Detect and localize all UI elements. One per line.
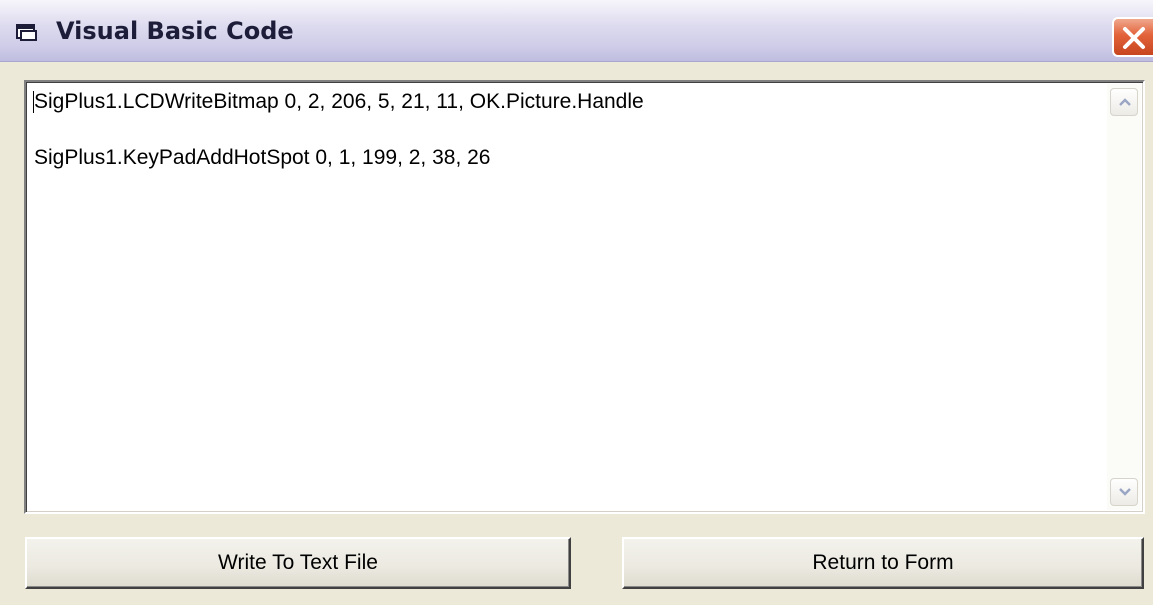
scroll-down-button[interactable] [1110,478,1138,506]
code-line: SigPlus1.KeyPadAddHotSpot 0, 1, 199, 2, … [34,146,491,169]
window-title: Visual Basic Code [56,17,294,45]
text-caret [33,91,34,113]
chevron-up-icon [1119,98,1131,106]
close-button[interactable] [1112,17,1153,57]
code-textbox[interactable]: SigPlus1.LCDWriteBitmap 0, 2, 206, 5, 21… [24,80,1145,514]
form-window-icon[interactable] [16,24,38,42]
scroll-up-button[interactable] [1110,88,1138,116]
code-lines: SigPlus1.LCDWriteBitmap 0, 2, 206, 5, 21… [34,88,1099,508]
chevron-down-icon [1119,488,1131,496]
title-bar[interactable]: Visual Basic Code [0,0,1153,62]
vertical-scrollbar[interactable] [1107,84,1141,510]
close-x-icon [1123,27,1145,49]
vb-code-window: Visual Basic Code SigPlus1.LCDWriteBitma… [0,0,1153,605]
return-to-form-button[interactable]: Return to Form [622,537,1144,589]
write-to-text-file-button[interactable]: Write To Text File [25,537,571,589]
code-line: SigPlus1.LCDWriteBitmap 0, 2, 206, 5, 21… [34,90,644,113]
